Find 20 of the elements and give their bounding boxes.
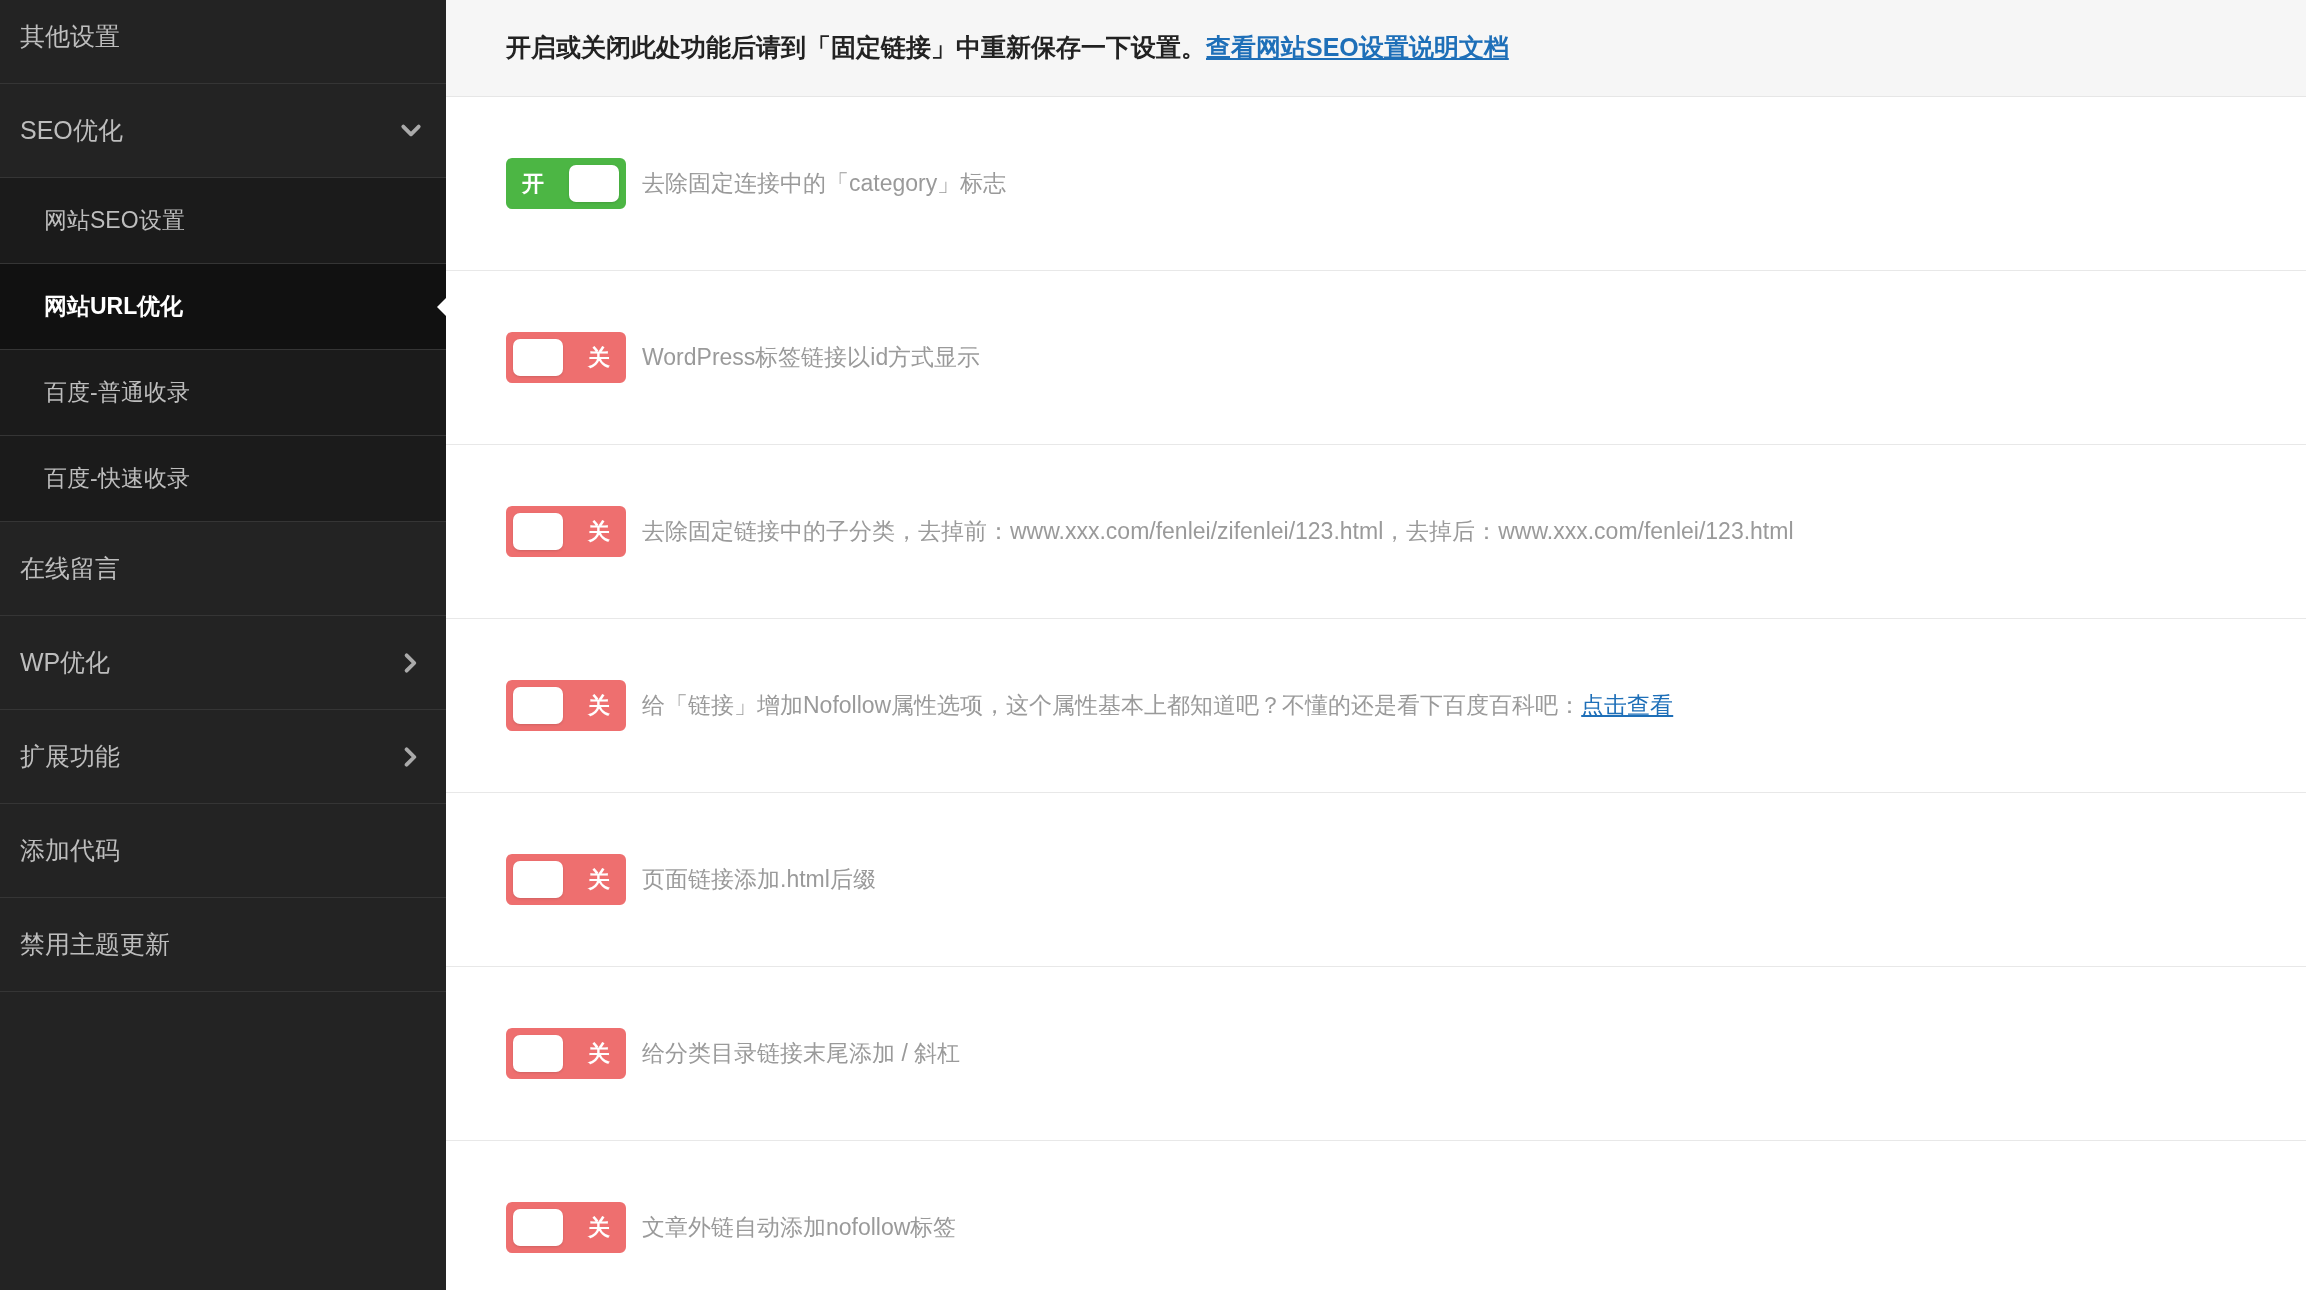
setting-label: 文章外链自动添加nofollow标签	[642, 1213, 957, 1243]
sidebar-item[interactable]: 扩展功能	[0, 710, 446, 804]
sidebar-subitem[interactable]: 百度-快速收录	[0, 436, 446, 522]
sidebar-subitem[interactable]: 百度-普通收录	[0, 350, 446, 436]
setting-label: 页面链接添加.html后缀	[642, 865, 876, 895]
sidebar-subitem[interactable]: 网站SEO设置	[0, 178, 446, 264]
selection-pointer-icon	[437, 297, 446, 316]
sidebar-item[interactable]: WP优化	[0, 616, 446, 710]
sidebar-subitem[interactable]: 网站URL优化	[0, 264, 446, 350]
setting-label: 给「链接」增加Nofollow属性选项，这个属性基本上都知道吧？不懂的还是看下百度百科吧：	[642, 691, 1582, 721]
setting-label: 去除固定连接中的「category」标志	[642, 169, 1007, 199]
sidebar-item[interactable]: 在线留言	[0, 522, 446, 616]
setting-label: WordPress标签链接以id方式显示	[642, 343, 981, 373]
sidebar-item[interactable]: 添加代码	[0, 804, 446, 898]
sidebar-item[interactable]: 禁用主题更新	[0, 898, 446, 992]
setting-label: 去除固定链接中的子分类，去掉前：www.xxx.com/fenlei/zifenlei/123.html，去掉后：www.xxx.com/fenlei/123.html	[642, 517, 1794, 547]
notice-text: 开启或关闭此处功能后请到「固定链接」中重新保存一下设置。	[506, 32, 1206, 64]
setting-label: 给分类目录链接末尾添加 / 斜杠	[642, 1039, 961, 1069]
view-link[interactable]: 点击查看	[1581, 688, 1674, 723]
docs-link[interactable]: 查看网站SEO设置说明文档	[1206, 29, 1509, 67]
